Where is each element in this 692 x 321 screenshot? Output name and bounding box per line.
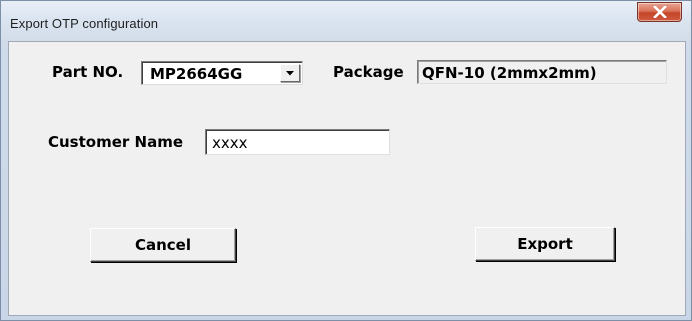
- window-title: Export OTP configuration: [10, 16, 159, 31]
- chevron-down-icon[interactable]: [280, 64, 300, 82]
- package-value: QFN-10 (2mmx2mm): [422, 64, 597, 82]
- package-field: QFN-10 (2mmx2mm): [417, 60, 667, 84]
- close-icon: [638, 3, 681, 21]
- cancel-button[interactable]: Cancel: [90, 228, 236, 262]
- close-button[interactable]: [637, 2, 682, 22]
- export-button[interactable]: Export: [475, 227, 615, 261]
- title-bar[interactable]: Export OTP configuration: [1, 1, 691, 41]
- customer-name-label: Customer Name: [48, 133, 183, 151]
- package-label: Package: [333, 63, 404, 81]
- part-number-value: MP2664GG: [150, 65, 243, 83]
- part-number-dropdown[interactable]: MP2664GG: [141, 61, 303, 85]
- dialog-window: Export OTP configuration Part NO. MP2664…: [0, 0, 692, 321]
- customer-name-input[interactable]: [205, 129, 390, 155]
- part-number-label: Part NO.: [52, 63, 124, 81]
